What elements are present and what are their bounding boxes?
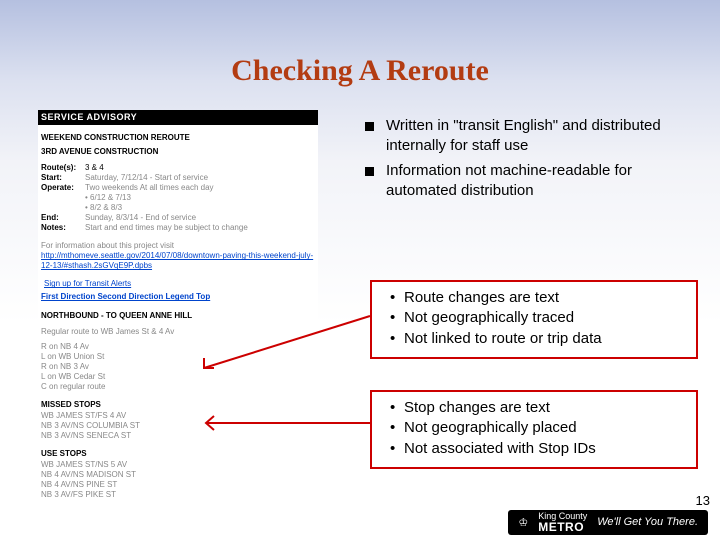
footer: ♔ King CountyMETRO We'll Get You There. (0, 510, 720, 534)
start-label: Start: (41, 173, 85, 183)
king-county-label: King CountyMETRO (538, 512, 587, 533)
operate-b: • 6/12 & 7/13 (85, 193, 315, 203)
brand-badge: ♔ King CountyMETRO We'll Get You There. (508, 510, 708, 535)
bullet-square-icon (365, 122, 374, 131)
notes-label: Notes: (41, 223, 85, 233)
use-2: NB 4 AV/NS PINE ST (38, 480, 318, 490)
routes-label: Route(s): (41, 163, 85, 173)
project-link: http://mthomeve.seattle.gov/2014/07/08/d… (41, 251, 313, 270)
end-val: Sunday, 8/3/14 - End of service (85, 213, 315, 223)
info-text: For information about this project visit (38, 241, 318, 251)
callout1-item-0: Route changes are text (404, 288, 686, 308)
callout-route-changes: Route changes are text Not geographicall… (370, 280, 698, 359)
callout-arrow-2 (200, 408, 372, 438)
callout2-item-0: Stop changes are text (404, 398, 686, 418)
routes-val: 3 & 4 (85, 163, 315, 173)
notes-val: Start and end times may be subject to ch… (85, 223, 315, 233)
callout1-item-1: Not geographically traced (404, 308, 686, 328)
use-3: NB 3 AV/FS PIKE ST (38, 490, 318, 500)
slogan: We'll Get You There. (597, 516, 698, 528)
advisory-sub1: WEEKEND CONSTRUCTION REROUTE (38, 130, 318, 144)
turn-4: C on regular route (38, 382, 318, 392)
callout2-item-2: Not associated with Stop IDs (404, 439, 686, 459)
turn-3: L on WB Cedar St (38, 372, 318, 382)
callout-stop-changes: Stop changes are text Not geographically… (370, 390, 698, 469)
page-number: 13 (696, 493, 710, 508)
callout1-item-2: Not linked to route or trip data (404, 329, 686, 349)
callout-arrow-1 (200, 312, 372, 372)
crown-icon: ♔ (518, 516, 528, 529)
start-val: Saturday, 7/12/14 - Start of service (85, 173, 315, 183)
top-bullet-list: Written in "transit English" and distrib… (365, 116, 695, 206)
operate-label: Operate: (41, 183, 85, 193)
use-0: WB JAMES ST/NS 5 AV (38, 460, 318, 470)
advisory-header: SERVICE ADVISORY (38, 110, 318, 125)
callout2-item-1: Not geographically placed (404, 418, 686, 438)
use-1: NB 4 AV/NS MADISON ST (38, 470, 318, 480)
slide-title: Checking A Reroute (0, 54, 720, 88)
bullet-square-icon (365, 167, 374, 176)
top-bullet-0: Written in "transit English" and distrib… (386, 116, 695, 155)
top-bullet-1: Information not machine-readable for aut… (386, 161, 695, 200)
end-label: End: (41, 213, 85, 223)
nav-row: First Direction Second Direction Legend … (38, 289, 318, 303)
use-header: USE STOPS (38, 446, 318, 460)
advisory-sub2: 3RD AVENUE CONSTRUCTION (38, 144, 318, 158)
operate-c: • 8/2 & 8/3 (85, 203, 315, 213)
signup-link: Sign up for Transit Alerts (41, 279, 131, 289)
operate-a: Two weekends At all times each day (85, 183, 315, 193)
